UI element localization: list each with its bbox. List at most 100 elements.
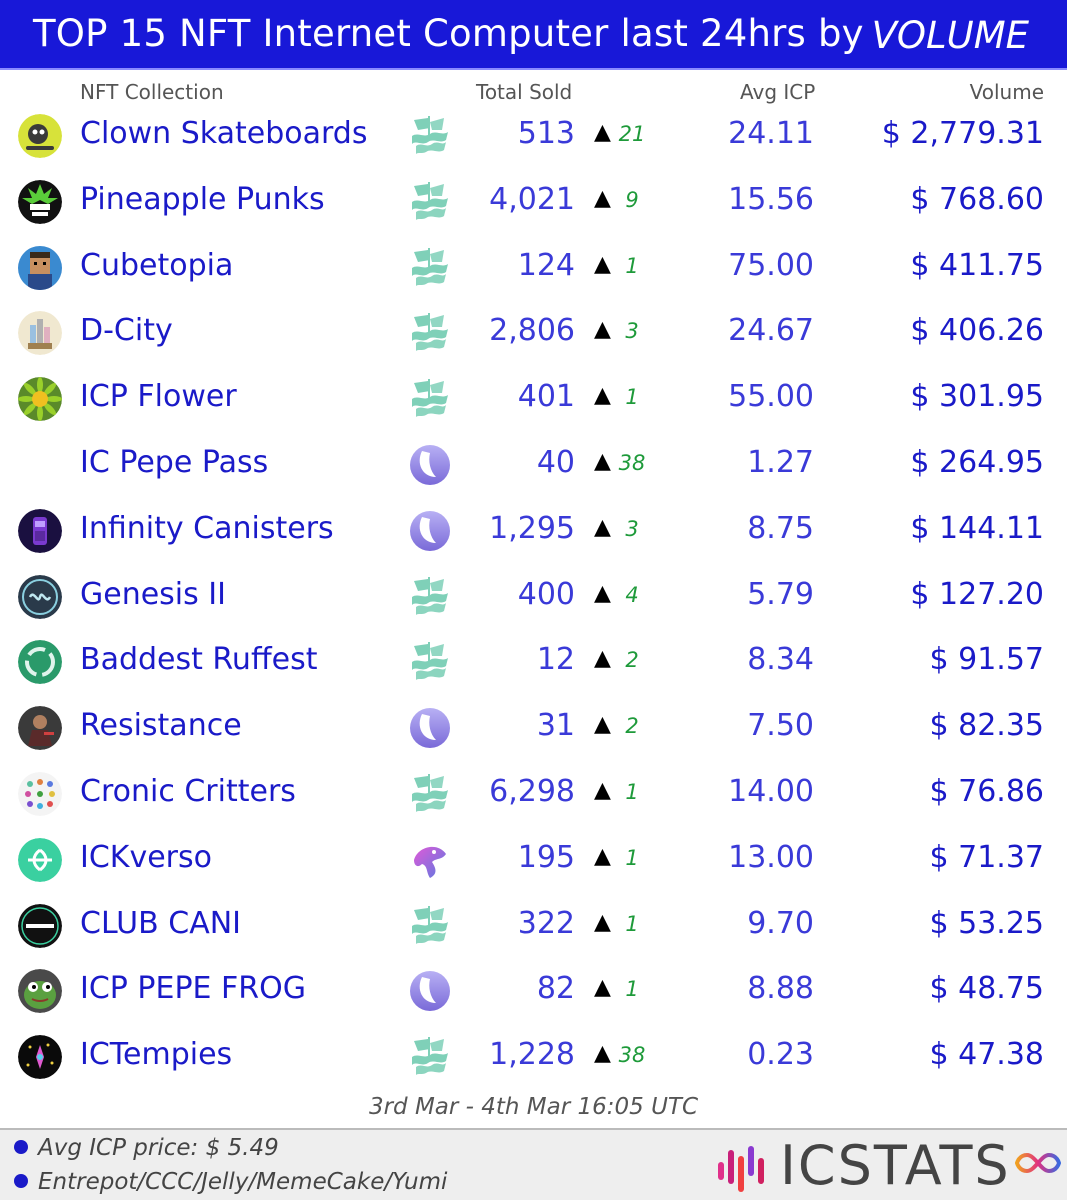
volume-value: $ 53.25 [929,905,1044,941]
collection-name[interactable]: Genesis II [80,577,226,612]
total-sold: 2,806 [489,313,575,349]
sold-delta: 1 [625,977,639,1002]
sold-delta: 21 [618,122,646,146]
up-arrow-icon: ▲ [594,909,611,935]
avg-icp: 8.34 [747,642,814,678]
up-arrow-icon: ▲ [594,449,611,474]
table-row[interactable]: Resistance 31 ▲ 2 7.50 $ 82.35 [0,694,1067,760]
sold-delta: 1 [625,253,639,278]
total-sold: 401 [517,379,575,415]
total-sold: 40 [536,445,575,480]
total-sold: 82 [536,971,575,1007]
volume-value: $ 48.75 [929,971,1044,1007]
entrepot-ship-icon [408,114,452,158]
volume-value: $ 264.95 [910,445,1044,480]
table-row[interactable]: ICP PEPE FROG 82 ▲ 1 8.88 $ 48.75 [0,957,1067,1023]
collection-name[interactable]: Cubetopia [80,248,233,283]
total-sold: 31 [536,708,575,744]
bullet-icon [14,1139,28,1154]
collection-name[interactable]: D-City [80,313,173,348]
sold-delta: 9 [625,187,639,212]
collection-name[interactable]: Baddest Ruffest [80,642,317,677]
yumi-moon-icon [408,706,452,750]
sold-delta: 38 [618,1043,646,1068]
table-row[interactable]: Pineapple Punks 4,021 ▲ 9 15.56 $ 768.60 [0,168,1067,234]
collection-name[interactable]: ICKverso [80,840,212,875]
avatar-placeholder [18,443,62,487]
total-sold: 195 [517,839,575,875]
table-row[interactable]: Cubetopia 124 ▲ 1 75.00 $ 411.75 [0,234,1067,300]
table-row[interactable]: ICKverso 195 ▲ 1 13.00 $ 71.37 [0,826,1067,892]
volume-value: $ 71.37 [929,839,1044,875]
sold-delta: 2 [625,714,639,739]
collection-name[interactable]: Clown Skateboards [80,116,367,151]
up-arrow-icon: ▲ [594,514,611,540]
table-row[interactable]: Clown Skateboards 513 ▲ 21 24.11 $ 2,779.31 [0,102,1067,168]
collection-name[interactable]: ICTempies [80,1037,232,1072]
sold-delta: 1 [625,911,639,936]
table-row[interactable]: Infinity Canisters 1,295 ▲ 3 8.75 $ 144.11 [0,497,1067,563]
up-arrow-icon: ▲ [594,185,611,211]
table-row[interactable]: ICP Flower 401 ▲ 1 55.00 $ 301.95 [0,365,1067,431]
table-row[interactable]: Baddest Ruffest 12 ▲ 2 8.34 $ 91.57 [0,628,1067,694]
canistore-avatar-icon [18,903,62,948]
sold-delta: 1 [625,845,639,870]
volume-value: $ 76.86 [929,774,1044,809]
entrepot-ship-icon [408,246,452,290]
up-arrow-icon: ▲ [594,1041,611,1067]
avg-price-text: Avg ICP price: $ 5.49 [38,1135,279,1161]
total-sold: 124 [517,247,575,283]
avg-icp: 9.70 [747,905,814,941]
up-arrow-icon: ▲ [594,580,611,606]
total-sold: 1,228 [489,1037,575,1073]
entrepot-ship-icon [408,1035,452,1079]
entrepot-ship-icon [408,904,452,948]
avg-icp: 8.88 [747,971,814,1007]
date-range: 3rd Mar - 4th Mar 16:05 UTC [368,1094,699,1120]
icstats-logo-text: ICSTATS [780,1134,1011,1197]
icstats-bars-icon [718,1146,764,1192]
table-row[interactable]: Genesis II 400 ▲ 4 5.79 $ 127.20 [0,563,1067,629]
jelly-fish-icon [408,838,452,882]
up-arrow-icon: ▲ [594,712,611,738]
table-row[interactable]: Cronic Critters 6,298 ▲ 1 14.00 $ 76.86 [0,760,1067,826]
total-sold: 4,021 [489,181,575,217]
collection-name[interactable]: ICP Flower [80,379,237,414]
cubetopia-avatar-icon [18,245,62,290]
yumi-moon-icon [408,509,452,553]
ranking-metric: VOLUME [871,14,1029,57]
collection-name[interactable]: Resistance [80,708,242,743]
avg-icp: 14.00 [728,774,814,809]
total-sold: 400 [517,576,575,612]
dcity-avatar-icon [18,311,62,356]
avg-icp: 8.75 [747,510,814,546]
table-row[interactable]: IC Pepe Pass 40 ▲ 38 1.27 $ 264.95 [0,431,1067,497]
table-row[interactable]: D-City 2,806 ▲ 3 24.67 $ 406.26 [0,299,1067,365]
collection-name[interactable]: Cronic Critters [80,774,296,809]
avg-icp: 7.50 [747,708,814,744]
collection-name[interactable]: ICP PEPE FROG [80,971,306,1006]
pepe-frog-avatar-icon [18,969,62,1014]
title-bar: TOP 15 NFT Internet Computer last 24hrs … [0,0,1067,70]
collection-name[interactable]: Infinity Canisters [80,511,334,546]
avg-icp: 0.23 [747,1037,814,1073]
collection-name[interactable]: IC Pepe Pass [80,445,268,480]
up-arrow-icon: ▲ [594,843,611,869]
sold-delta: 4 [625,582,639,607]
collection-name[interactable]: CLUB CANI [80,906,241,941]
clown-skateboard-avatar-icon [18,114,62,158]
up-arrow-icon: ▲ [594,317,611,343]
entrepot-ship-icon [408,640,452,684]
table-row[interactable]: CLUB CANI 322 ▲ 1 9.70 $ 53.25 [0,892,1067,958]
volume-value: $ 768.60 [910,181,1044,217]
up-arrow-icon: ▲ [594,383,611,409]
sold-delta: 1 [625,780,639,804]
volume-value: $ 91.57 [929,642,1044,678]
avg-icp: 24.11 [728,116,814,151]
sources-text: Entrepot/CCC/Jelly/MemeCake/Yumi [38,1169,448,1195]
collection-name[interactable]: Pineapple Punks [80,182,325,217]
table-row[interactable]: ICTempies 1,228 ▲ 38 0.23 $ 47.38 [0,1023,1067,1089]
column-header-avg: Avg ICP [740,80,816,104]
page-title: TOP 15 NFT Internet Computer last 24hrs … [33,12,864,55]
pineapple-punk-avatar-icon [18,179,62,224]
